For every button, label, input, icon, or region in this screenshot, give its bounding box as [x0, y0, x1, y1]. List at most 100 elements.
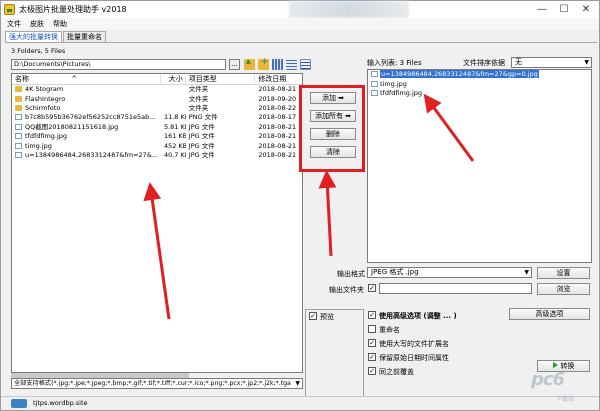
tab-divider: [5, 42, 597, 43]
column-name-label: 名称: [15, 75, 29, 83]
preview-checkbox[interactable]: ✓: [309, 312, 317, 320]
output-format-value: JPEG 格式 .jpg: [371, 268, 419, 276]
file-date: 2018-08-21 15: [258, 141, 302, 150]
clear-button[interactable]: 清除: [310, 146, 356, 158]
file-name-text: tfdfdfimg.jpg: [25, 132, 68, 141]
uppercase-ext-checkbox[interactable]: ✓: [368, 339, 376, 347]
file-row[interactable]: 4K Stogram 文件夹 2018-08-21 14: [12, 85, 302, 94]
preview-label: 预览: [320, 313, 334, 321]
list-view-icon[interactable]: [286, 59, 297, 70]
file-date: 2018-09-20 15: [258, 94, 302, 103]
path-browse-button[interactable]: ...: [229, 59, 240, 70]
file-row[interactable]: u=1384986484,2683312487&fm=27&... 40.7 KB…: [12, 151, 302, 160]
tab-strip: 强大的批量转换 批量重命名: [5, 31, 107, 42]
input-item-name: u=1384986484,2683312487&fm=27&gp=0.jpg: [380, 70, 539, 78]
menu-file[interactable]: 文件: [7, 19, 21, 29]
file-date: 2018-08-21 15: [258, 132, 302, 141]
sort-select[interactable]: 无 ▼: [511, 57, 592, 68]
image-file-icon: [371, 71, 378, 77]
folder-icon: [15, 86, 22, 93]
file-size: 11.8 KB: [163, 113, 186, 122]
chevron-down-icon: ▼: [295, 380, 300, 387]
keep-date-checkbox[interactable]: ✓: [368, 353, 376, 361]
input-list-item[interactable]: timg.jpg: [368, 80, 591, 90]
add-button[interactable]: 添加 ➡: [310, 92, 356, 104]
file-date: 2018-08-22 17: [258, 103, 302, 112]
preview-panel: ✓ 预览: [305, 309, 364, 399]
view-toolbar: [244, 57, 314, 70]
input-list-item[interactable]: u=1384986484,2683312487&fm=27&gp=0.jpg: [368, 70, 591, 80]
file-name-text: u=1384986484,2683312487&fm=27&...: [25, 150, 159, 159]
new-folder-icon[interactable]: [258, 57, 269, 70]
app-logo-icon: [4, 4, 15, 15]
input-file-list[interactable]: u=1384986484,2683312487&fm=27&gp=0.jpg ti…: [367, 69, 592, 263]
add-all-button[interactable]: 添加所有 ➡: [310, 110, 356, 122]
format-settings-button[interactable]: 设置: [537, 267, 590, 279]
column-size-header[interactable]: 大小: [161, 74, 186, 84]
file-name-text: timg.jpg: [25, 141, 52, 150]
menu-help[interactable]: 帮助: [53, 19, 67, 29]
tab-batch-convert[interactable]: 强大的批量转换: [5, 31, 62, 42]
input-item-name: tfdfdfimg.jpg: [380, 89, 423, 97]
play-icon: [552, 362, 558, 368]
file-size: 5.81 KB: [163, 122, 186, 131]
image-file-icon: [15, 142, 22, 149]
file-row[interactable]: timg.jpg 452 KB JPG 文件 2018-08-21 15: [12, 141, 302, 150]
sort-select-value: 无: [515, 58, 522, 66]
image-file-icon: [15, 151, 22, 158]
folder-up-icon[interactable]: [244, 58, 255, 70]
tab-batch-rename[interactable]: 批量重命名: [63, 31, 106, 42]
window-controls: — ☐ ✕: [531, 1, 597, 17]
rename-checkbox[interactable]: [368, 325, 376, 333]
advanced-options-button[interactable]: 高级选项: [509, 308, 590, 320]
file-row[interactable]: Schirmfoto 文件夹 2018-08-22 17: [12, 104, 302, 113]
file-type: JPG 文件: [188, 141, 215, 150]
menu-skin[interactable]: 皮肤: [30, 19, 44, 29]
file-rows: 4K Stogram 文件夹 2018-08-21 14 FlashIntegro 文件…: [12, 85, 302, 160]
file-name: tfdfdfimg.jpg: [12, 132, 161, 141]
app-window: 太极图片批量处理助手 v2018 — ☐ ✕ 文件 皮肤 帮助 强大的批量转换 …: [0, 0, 600, 411]
file-date: 2018-08-17 16: [258, 113, 302, 122]
output-format-select[interactable]: JPEG 格式 .jpg ▼: [367, 267, 532, 278]
delete-button[interactable]: 删除: [310, 128, 356, 140]
column-date-header[interactable]: 修改日期: [255, 74, 302, 84]
status-text: tjtps.wordbp.site: [33, 399, 88, 407]
window-title: 太极图片批量处理助手 v2018: [19, 5, 127, 14]
close-button[interactable]: ✕: [575, 1, 597, 17]
file-row[interactable]: b7c8b595b36762ef56252cc8751e5ab... 11.8 K…: [12, 113, 302, 122]
folder-count-label: 3 Folders, 5 Files: [11, 47, 66, 55]
image-file-icon: [15, 123, 22, 130]
blurred-title-region: [289, 1, 409, 18]
file-type: JPG 文件: [188, 150, 215, 159]
output-folder-checkbox[interactable]: ✓: [368, 284, 376, 292]
output-folder-input[interactable]: [379, 283, 532, 294]
thumbnail-view-icon[interactable]: [272, 59, 283, 70]
output-browse-button[interactable]: 浏览: [537, 283, 590, 295]
maximize-button[interactable]: ☐: [553, 1, 575, 17]
file-type: PNG 文件: [188, 113, 218, 122]
folder-icon: [15, 95, 22, 102]
sort-label: 文件排序依据: [463, 59, 505, 67]
format-filter-select[interactable]: 全部支持格式(*.jpg;*.jpe;*.jpeg;*.bmp;*.gif;*.…: [11, 378, 303, 389]
file-row[interactable]: FlashIntegro 文件夹 2018-09-20 15: [12, 94, 302, 103]
file-name-text: Schirmfoto: [25, 103, 61, 112]
minimize-button[interactable]: —: [531, 1, 553, 17]
image-file-icon: [371, 90, 378, 96]
input-list-item[interactable]: tfdfdfimg.jpg: [368, 89, 591, 99]
path-input[interactable]: D:\Documents\Pictures\: [11, 59, 226, 70]
file-type: JPG 文件: [188, 132, 215, 141]
file-browser-list[interactable]: 名称 ^ 大小 项目类型 修改日期 4K Stogram 文件夹 2018-08-2…: [11, 73, 303, 373]
column-name-header[interactable]: 名称 ^: [12, 74, 161, 84]
file-name: b7c8b595b36762ef56252cc8751e5ab...: [12, 113, 161, 122]
file-type: JPG 文件: [188, 122, 215, 131]
file-date: 2018-08-21 15: [258, 150, 302, 159]
file-row[interactable]: QQ截图20180821151618.jpg 5.81 KBJPG 文件 2018-…: [12, 123, 302, 132]
input-list-label: 输入列表: 3 Files: [367, 59, 422, 67]
site-logo-icon: [11, 399, 27, 408]
file-row[interactable]: tfdfdfimg.jpg 161 KB JPG 文件 2018-08-21 15: [12, 132, 302, 141]
detail-view-icon[interactable]: [300, 59, 311, 70]
overwrite-checkbox[interactable]: ✓: [368, 367, 376, 375]
column-type-header[interactable]: 项目类型: [186, 74, 256, 84]
use-advanced-checkbox[interactable]: ✓: [368, 311, 376, 319]
overwrite-label: 同之前覆盖: [379, 368, 414, 376]
